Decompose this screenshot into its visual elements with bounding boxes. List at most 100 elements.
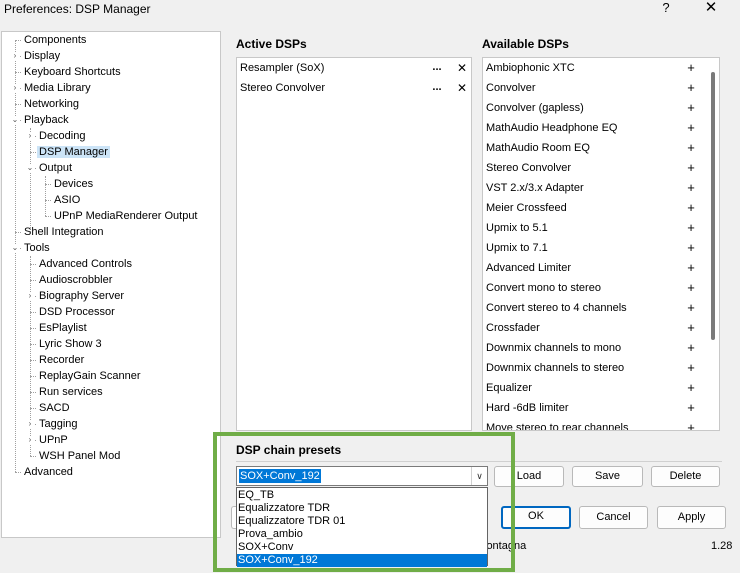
available-dsp-item[interactable]: Advanced Limiter bbox=[486, 258, 571, 278]
load-preset-button[interactable]: Load bbox=[494, 466, 564, 487]
add-dsp-icon[interactable]: + bbox=[685, 278, 697, 298]
add-dsp-icon[interactable]: + bbox=[685, 358, 697, 378]
chevron-down-icon[interactable]: ⌄ bbox=[11, 116, 19, 124]
available-dsp-item[interactable]: Ambiophonic XTC bbox=[486, 58, 575, 78]
chevron-right-icon[interactable]: › bbox=[26, 420, 34, 428]
chevron-right-icon[interactable]: › bbox=[26, 132, 34, 140]
available-dsps-list[interactable]: Ambiophonic XTC + Convolver + Convolver (gap… bbox=[482, 57, 720, 431]
add-dsp-icon[interactable]: + bbox=[685, 418, 697, 430]
add-dsp-icon[interactable]: + bbox=[685, 378, 697, 398]
remove-dsp-icon[interactable]: ✕ bbox=[456, 58, 468, 78]
add-dsp-icon[interactable]: + bbox=[685, 298, 697, 318]
add-dsp-icon[interactable]: + bbox=[685, 398, 697, 418]
tree-item[interactable]: Playback bbox=[22, 112, 71, 128]
tree-item[interactable]: UPnP MediaRenderer Output bbox=[52, 208, 200, 224]
tree-item[interactable]: ReplayGain Scanner bbox=[37, 368, 143, 384]
tree-item[interactable]: Display bbox=[22, 48, 62, 64]
tree-item[interactable]: Output bbox=[37, 160, 74, 176]
configure-dsp-button[interactable]: ... bbox=[430, 78, 444, 98]
add-dsp-icon[interactable]: + bbox=[685, 258, 697, 278]
help-icon[interactable]: ? bbox=[657, 0, 675, 18]
available-dsp-item[interactable]: Convolver bbox=[486, 78, 536, 98]
preferences-tree[interactable]: Components Display › Keyboard Shortcuts Medi… bbox=[1, 31, 221, 538]
cancel-button[interactable]: Cancel bbox=[579, 506, 648, 529]
tree-item[interactable]: SACD bbox=[37, 400, 72, 416]
chevron-right-icon[interactable]: › bbox=[26, 292, 34, 300]
preset-option[interactable]: Equalizzatore TDR bbox=[237, 502, 487, 515]
chevron-down-icon[interactable]: ∨ bbox=[471, 467, 487, 485]
preset-option[interactable]: Equalizzatore TDR 01 bbox=[237, 515, 487, 528]
tree-item[interactable]: DSP Manager bbox=[37, 144, 110, 160]
add-dsp-icon[interactable]: + bbox=[685, 158, 697, 178]
tree-item[interactable]: Media Library bbox=[22, 80, 93, 96]
add-dsp-icon[interactable]: + bbox=[685, 338, 697, 358]
available-dsp-item[interactable]: Downmix channels to mono bbox=[486, 338, 621, 358]
preset-option[interactable]: EQ_TB bbox=[237, 489, 487, 502]
delete-preset-button[interactable]: Delete bbox=[651, 466, 720, 487]
tree-item[interactable]: Run services bbox=[37, 384, 105, 400]
add-dsp-icon[interactable]: + bbox=[685, 318, 697, 338]
available-dsp-item[interactable]: MathAudio Headphone EQ bbox=[486, 118, 617, 138]
tree-item[interactable]: Tagging bbox=[37, 416, 80, 432]
apply-button[interactable]: Apply bbox=[657, 506, 726, 529]
ok-button[interactable]: OK bbox=[501, 506, 571, 529]
tree-item[interactable]: Tools bbox=[22, 240, 52, 256]
available-dsp-item[interactable]: Convolver (gapless) bbox=[486, 98, 584, 118]
preset-option[interactable]: SOX+Conv_192 bbox=[237, 554, 487, 567]
available-dsps-scrollbar[interactable] bbox=[711, 72, 715, 340]
tree-item[interactable]: UPnP bbox=[37, 432, 70, 448]
add-dsp-icon[interactable]: + bbox=[685, 138, 697, 158]
preset-dropdown-list[interactable]: EQ_TB Equalizzatore TDR Equalizzatore TDR … bbox=[236, 487, 488, 567]
tree-item[interactable]: Advanced bbox=[22, 464, 75, 480]
tree-item[interactable]: Shell Integration bbox=[22, 224, 106, 240]
available-dsp-item[interactable]: Crossfader bbox=[486, 318, 540, 338]
chevron-right-icon[interactable]: › bbox=[11, 52, 19, 60]
available-dsp-item[interactable]: Hard -6dB limiter bbox=[486, 398, 569, 418]
configure-dsp-button[interactable]: ... bbox=[430, 58, 444, 78]
tree-item[interactable]: Networking bbox=[22, 96, 81, 112]
available-dsp-item[interactable]: Stereo Convolver bbox=[486, 158, 571, 178]
active-dsps-list[interactable]: Resampler (SoX)... ✕ Stereo Convolver... ✕ bbox=[236, 57, 472, 431]
available-dsp-item[interactable]: Upmix to 7.1 bbox=[486, 238, 548, 258]
tree-item[interactable]: Biography Server bbox=[37, 288, 126, 304]
available-dsp-item[interactable]: Convert mono to stereo bbox=[486, 278, 601, 298]
tree-item[interactable]: Recorder bbox=[37, 352, 86, 368]
chevron-right-icon[interactable]: › bbox=[26, 436, 34, 444]
available-dsp-item[interactable]: Convert stereo to 4 channels bbox=[486, 298, 627, 318]
tree-item[interactable]: DSD Processor bbox=[37, 304, 117, 320]
close-icon[interactable]: ✕ bbox=[700, 0, 722, 18]
active-dsp-item[interactable]: Stereo Convolver bbox=[240, 78, 325, 98]
tree-item[interactable]: Audioscrobbler bbox=[37, 272, 114, 288]
active-dsp-item[interactable]: Resampler (SoX) bbox=[240, 58, 324, 78]
chevron-down-icon[interactable]: ⌄ bbox=[26, 164, 34, 172]
available-dsp-item[interactable]: Move stereo to rear channels bbox=[486, 418, 628, 430]
tree-item[interactable]: Lyric Show 3 bbox=[37, 336, 104, 352]
add-dsp-icon[interactable]: + bbox=[685, 198, 697, 218]
chevron-right-icon[interactable]: › bbox=[11, 84, 19, 92]
tree-item[interactable]: EsPlaylist bbox=[37, 320, 89, 336]
available-dsp-item[interactable]: Downmix channels to stereo bbox=[486, 358, 624, 378]
preset-option[interactable]: SOX+Conv bbox=[237, 541, 487, 554]
tree-item[interactable]: WSH Panel Mod bbox=[37, 448, 122, 464]
add-dsp-icon[interactable]: + bbox=[685, 98, 697, 118]
add-dsp-icon[interactable]: + bbox=[685, 78, 697, 98]
add-dsp-icon[interactable]: + bbox=[685, 218, 697, 238]
preset-combobox[interactable]: SOX+Conv_192 ∨ bbox=[236, 466, 488, 486]
add-dsp-icon[interactable]: + bbox=[685, 178, 697, 198]
available-dsp-item[interactable]: Upmix to 5.1 bbox=[486, 218, 548, 238]
tree-item[interactable]: Decoding bbox=[37, 128, 87, 144]
add-dsp-icon[interactable]: + bbox=[685, 238, 697, 258]
tree-item[interactable]: Components bbox=[22, 32, 88, 48]
available-dsp-item[interactable]: Meier Crossfeed bbox=[486, 198, 567, 218]
available-dsp-item[interactable]: VST 2.x/3.x Adapter bbox=[486, 178, 584, 198]
remove-dsp-icon[interactable]: ✕ bbox=[456, 78, 468, 98]
available-dsp-item[interactable]: Equalizer bbox=[486, 378, 532, 398]
chevron-down-icon[interactable]: ⌄ bbox=[11, 244, 19, 252]
save-preset-button[interactable]: Save bbox=[572, 466, 643, 487]
tree-item[interactable]: ASIO bbox=[52, 192, 82, 208]
tree-item[interactable]: Keyboard Shortcuts bbox=[22, 64, 123, 80]
title-bar[interactable]: Preferences: DSP Manager ? ✕ bbox=[0, 0, 740, 20]
tree-item[interactable]: Advanced Controls bbox=[37, 256, 134, 272]
available-dsp-item[interactable]: MathAudio Room EQ bbox=[486, 138, 590, 158]
tree-item[interactable]: Devices bbox=[52, 176, 95, 192]
